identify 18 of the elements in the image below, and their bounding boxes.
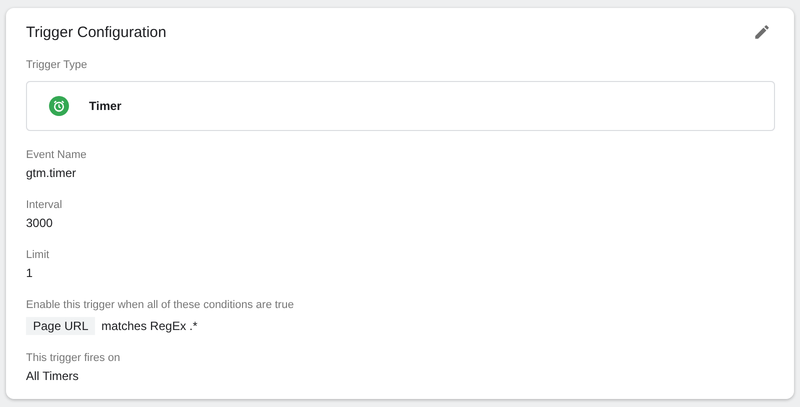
field-value: gtm.timer	[26, 165, 78, 181]
condition-text: matches RegEx .*	[101, 319, 198, 333]
pencil-icon	[753, 23, 771, 41]
field-value: 1	[26, 265, 34, 281]
variable-chip: Page URL	[26, 317, 96, 335]
field-value: All Timers	[26, 368, 80, 384]
field-value: 3000	[26, 215, 54, 231]
field-label: Interval	[26, 198, 64, 212]
field-label: Trigger Type	[26, 58, 88, 72]
alarm-clock-icon	[49, 96, 69, 116]
edit-button[interactable]	[753, 23, 771, 41]
field-label: This trigger fires on	[26, 351, 122, 365]
trigger-type-name: Timer	[89, 99, 122, 113]
trigger-type-box[interactable]: Timer	[26, 81, 775, 131]
field-label: Event Name	[26, 148, 88, 162]
field-label: Limit	[26, 248, 50, 262]
field-label: Enable this trigger when all of these conditions are true	[26, 298, 295, 312]
card-title: Trigger Configuration	[26, 24, 166, 40]
